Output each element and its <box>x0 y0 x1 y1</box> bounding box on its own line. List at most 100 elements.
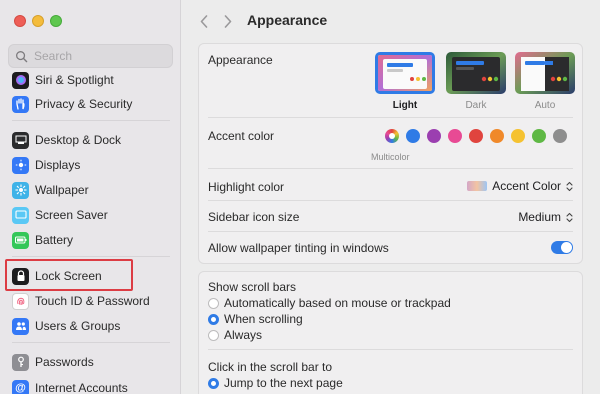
scroll-settings-card: Show scroll bars Automatically based on … <box>198 271 583 394</box>
highlight-color-value: Accent Color <box>492 179 561 193</box>
sidebar-item-battery[interactable]: Battery <box>12 229 172 251</box>
accent-color-label: Accent color <box>208 129 275 143</box>
accent-orange-swatch[interactable] <box>490 129 504 143</box>
scroll-option-when-scrolling[interactable]: When scrolling <box>208 312 303 326</box>
accent-green-swatch[interactable] <box>532 129 546 143</box>
radio-button[interactable] <box>208 329 219 341</box>
chevron-left-icon <box>200 14 208 28</box>
page-title: Appearance <box>247 12 328 28</box>
sidebar-item-siri-spotlight[interactable]: Siri & Spotlight <box>12 69 172 91</box>
accent-purple-swatch[interactable] <box>427 129 441 143</box>
accent-multicolor-swatch[interactable] <box>385 129 399 143</box>
sidebar-item-label: Screen Saver <box>35 208 108 222</box>
accent-selected-name: Multicolor <box>371 152 410 162</box>
users-icon <box>12 317 29 335</box>
appearance-option-auto-label: Auto <box>534 100 556 111</box>
highlight-color-swatch <box>467 181 488 191</box>
appearance-option-dark-label: Dark <box>465 100 487 111</box>
auto-mode-preview-icon <box>515 52 575 94</box>
radio-label: Jump to the next page <box>224 376 343 390</box>
chevron-updown-icon <box>565 212 573 223</box>
forward-button[interactable] <box>220 13 236 29</box>
light-mode-preview-icon <box>378 55 432 91</box>
minimize-window-button[interactable] <box>32 15 44 27</box>
sidebar-item-label: Privacy & Security <box>35 97 133 111</box>
appearance-option-light-label: Light <box>392 100 418 111</box>
sidebar-divider <box>12 256 170 257</box>
sidebar-icon-size-label: Sidebar icon size <box>208 210 300 224</box>
appearance-settings-card: Appearance Light Dark Auto Accent color … <box>198 43 583 264</box>
sidebar-item-label: Passwords <box>35 355 94 369</box>
search-field[interactable]: Search <box>8 44 173 68</box>
main-content: Appearance Appearance Light Dark Auto Ac… <box>182 0 600 394</box>
chevron-updown-icon <box>565 181 573 192</box>
radio-label: Always <box>224 328 263 342</box>
search-placeholder: Search <box>34 49 73 63</box>
sidebar-item-label: Users & Groups <box>35 319 121 333</box>
accent-graphite-swatch[interactable] <box>553 129 567 143</box>
sidebar-item-displays[interactable]: Displays <box>12 154 172 176</box>
highlight-color-popup[interactable]: Accent Color <box>467 179 573 193</box>
sidebar-item-touch-id-password[interactable]: Touch ID & Password <box>12 290 172 312</box>
battery-icon <box>12 231 29 249</box>
scroll-option-always[interactable]: Always <box>208 328 262 342</box>
close-window-button[interactable] <box>14 15 26 27</box>
sidebar-item-label: Desktop & Dock <box>35 133 122 147</box>
radio-button[interactable] <box>208 377 219 389</box>
sidebar-item-wallpaper[interactable]: Wallpaper <box>12 179 172 201</box>
appearance-option-light[interactable] <box>375 52 435 94</box>
accent-yellow-swatch[interactable] <box>511 129 525 143</box>
accent-blue-swatch[interactable] <box>406 129 420 143</box>
toolbar: Appearance <box>182 0 600 40</box>
radio-label: Automatically based on mouse or trackpad <box>224 296 451 310</box>
sidebar-divider <box>12 120 170 121</box>
scroll-option-automatic[interactable]: Automatically based on mouse or trackpad <box>208 296 451 310</box>
sidebar: Search Siri & Spotlight Privacy & Securi… <box>0 0 181 394</box>
row-divider <box>208 200 573 201</box>
screensaver-icon <box>12 206 29 224</box>
row-divider <box>208 117 573 118</box>
hand-icon <box>12 95 29 113</box>
key-icon <box>12 353 29 371</box>
accent-red-swatch[interactable] <box>469 129 483 143</box>
row-divider <box>208 349 573 350</box>
sidebar-item-label: Siri & Spotlight <box>35 73 114 87</box>
show-scroll-bars-label: Show scroll bars <box>208 280 297 294</box>
sidebar-item-users-groups[interactable]: Users & Groups <box>12 315 172 337</box>
appearance-label: Appearance <box>208 53 273 67</box>
sidebar-item-label: Internet Accounts <box>35 381 128 394</box>
wallpaper-tinting-toggle[interactable] <box>551 241 573 254</box>
dock-icon <box>12 131 29 149</box>
selection-highlight-box <box>5 259 133 291</box>
window-controls <box>14 15 62 27</box>
sidebar-item-privacy-security[interactable]: Privacy & Security <box>12 93 172 115</box>
sidebar-item-screen-saver[interactable]: Screen Saver <box>12 204 172 226</box>
row-divider <box>208 231 573 232</box>
back-button[interactable] <box>196 13 212 29</box>
chevron-right-icon <box>224 14 232 28</box>
sidebar-item-label: Displays <box>35 158 81 172</box>
siri-icon <box>12 71 29 89</box>
sidebar-icon-size-popup[interactable]: Medium <box>518 210 573 224</box>
zoom-window-button[interactable] <box>50 15 62 27</box>
sidebar-item-desktop-dock[interactable]: Desktop & Dock <box>12 129 172 151</box>
accent-color-picker <box>385 129 567 143</box>
sidebar-item-passwords[interactable]: Passwords <box>12 351 172 373</box>
click-scroll-bar-label: Click in the scroll bar to <box>208 360 333 374</box>
sidebar-item-label: Battery <box>35 233 74 247</box>
sidebar-divider <box>12 342 170 343</box>
click-option-next-page[interactable]: Jump to the next page <box>208 376 343 390</box>
radio-button[interactable] <box>208 313 219 325</box>
sidebar-item-internet-accounts[interactable]: @ Internet Accounts <box>12 377 172 394</box>
appearance-option-dark[interactable] <box>446 52 506 94</box>
at-icon: @ <box>12 379 29 394</box>
display-icon <box>12 156 29 174</box>
appearance-option-auto[interactable] <box>515 52 575 94</box>
row-divider <box>208 168 573 169</box>
dark-mode-preview-icon <box>446 52 506 94</box>
highlight-color-label: Highlight color <box>208 180 285 194</box>
radio-button[interactable] <box>208 297 219 309</box>
accent-pink-swatch[interactable] <box>448 129 462 143</box>
sidebar-icon-size-value: Medium <box>518 210 561 224</box>
wallpaper-tinting-label: Allow wallpaper tinting in windows <box>208 241 389 255</box>
